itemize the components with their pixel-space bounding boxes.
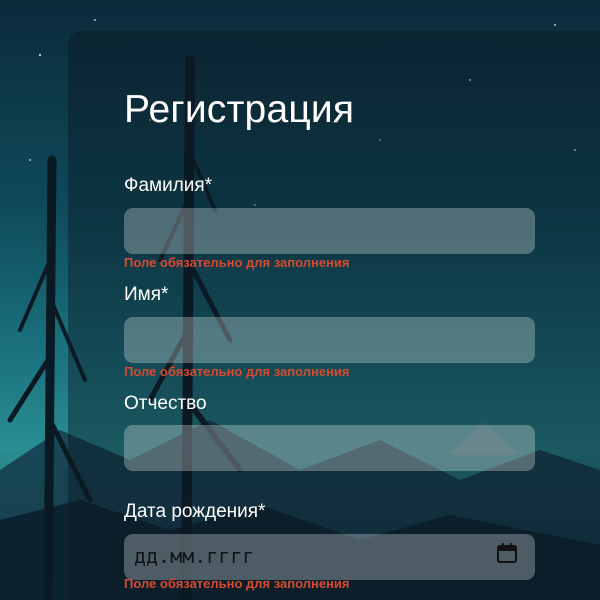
surname-label: Фамилия* [124, 175, 213, 196]
birthdate-error: Поле обязательно для заполнения [124, 576, 350, 591]
birthdate-label: Дата рождения* [124, 501, 266, 522]
name-label: Имя* [124, 284, 169, 305]
calendar-icon[interactable] [496, 542, 518, 564]
page-title: Регистрация [124, 88, 355, 131]
name-error: Поле обязательно для заполнения [124, 364, 350, 379]
surname-input[interactable] [124, 208, 535, 254]
surname-error: Поле обязательно для заполнения [124, 255, 350, 270]
patronymic-input[interactable] [124, 425, 535, 471]
patronymic-label: Отчество [124, 393, 207, 414]
birthdate-placeholder: дд.мм.гггг [134, 544, 255, 568]
name-input[interactable] [124, 317, 535, 363]
